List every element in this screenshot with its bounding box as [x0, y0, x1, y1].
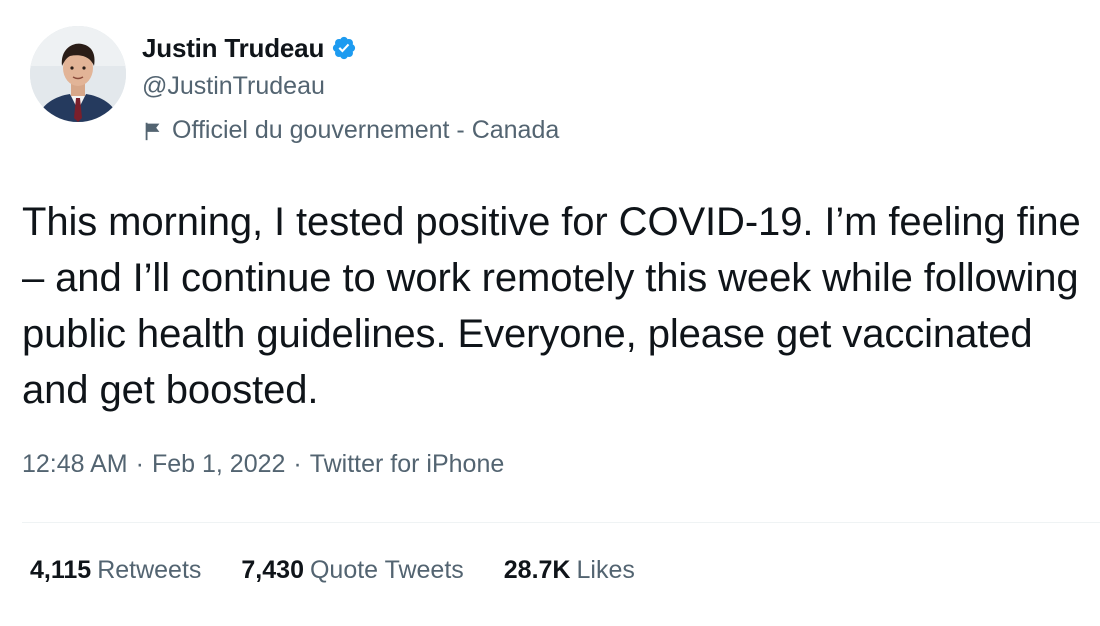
meta-separator: ·: [293, 450, 302, 478]
tweet-stats: 4,115 Retweets 7,430 Quote Tweets 28.7K …: [30, 556, 635, 585]
tweet-time[interactable]: 12:48 AM: [22, 450, 128, 479]
quote-tweets-label: Quote Tweets: [309, 556, 464, 584]
government-label-text: Officiel du gouvernement - Canada: [172, 116, 560, 144]
likes-count: 28.7K: [503, 556, 571, 584]
display-name[interactable]: Justin Trudeau: [142, 33, 324, 64]
quote-tweets-stat[interactable]: 7,430 Quote Tweets: [241, 556, 463, 585]
avatar-image: [30, 26, 126, 122]
user-handle[interactable]: @JustinTrudeau: [142, 72, 325, 101]
name-row: Justin Trudeau: [142, 30, 357, 66]
retweets-label: Retweets: [97, 556, 202, 584]
meta-separator: ·: [135, 450, 144, 478]
tweet-card: Justin Trudeau @JustinTrudeau Officiel d…: [0, 0, 1100, 626]
likes-label: Likes: [576, 556, 635, 584]
retweets-stat[interactable]: 4,115 Retweets: [30, 556, 201, 585]
tweet-source[interactable]: Twitter for iPhone: [310, 450, 505, 479]
tweet-meta: 12:48 AM · Feb 1, 2022 · Twitter for iPh…: [22, 450, 504, 479]
flag-icon: [145, 122, 160, 140]
divider: [22, 522, 1100, 523]
verified-badge-icon[interactable]: [331, 35, 357, 61]
quote-tweets-count: 7,430: [241, 556, 304, 584]
tweet-text: This morning, I tested positive for COVI…: [22, 200, 1081, 412]
retweets-count: 4,115: [30, 556, 92, 584]
tweet-date[interactable]: Feb 1, 2022: [152, 450, 285, 479]
likes-stat[interactable]: 28.7K Likes: [504, 556, 635, 585]
government-label[interactable]: Officiel du gouvernement - Canada: [142, 116, 559, 145]
tweet-header: Justin Trudeau @JustinTrudeau Officiel d…: [30, 26, 1070, 144]
avatar[interactable]: [30, 26, 126, 122]
